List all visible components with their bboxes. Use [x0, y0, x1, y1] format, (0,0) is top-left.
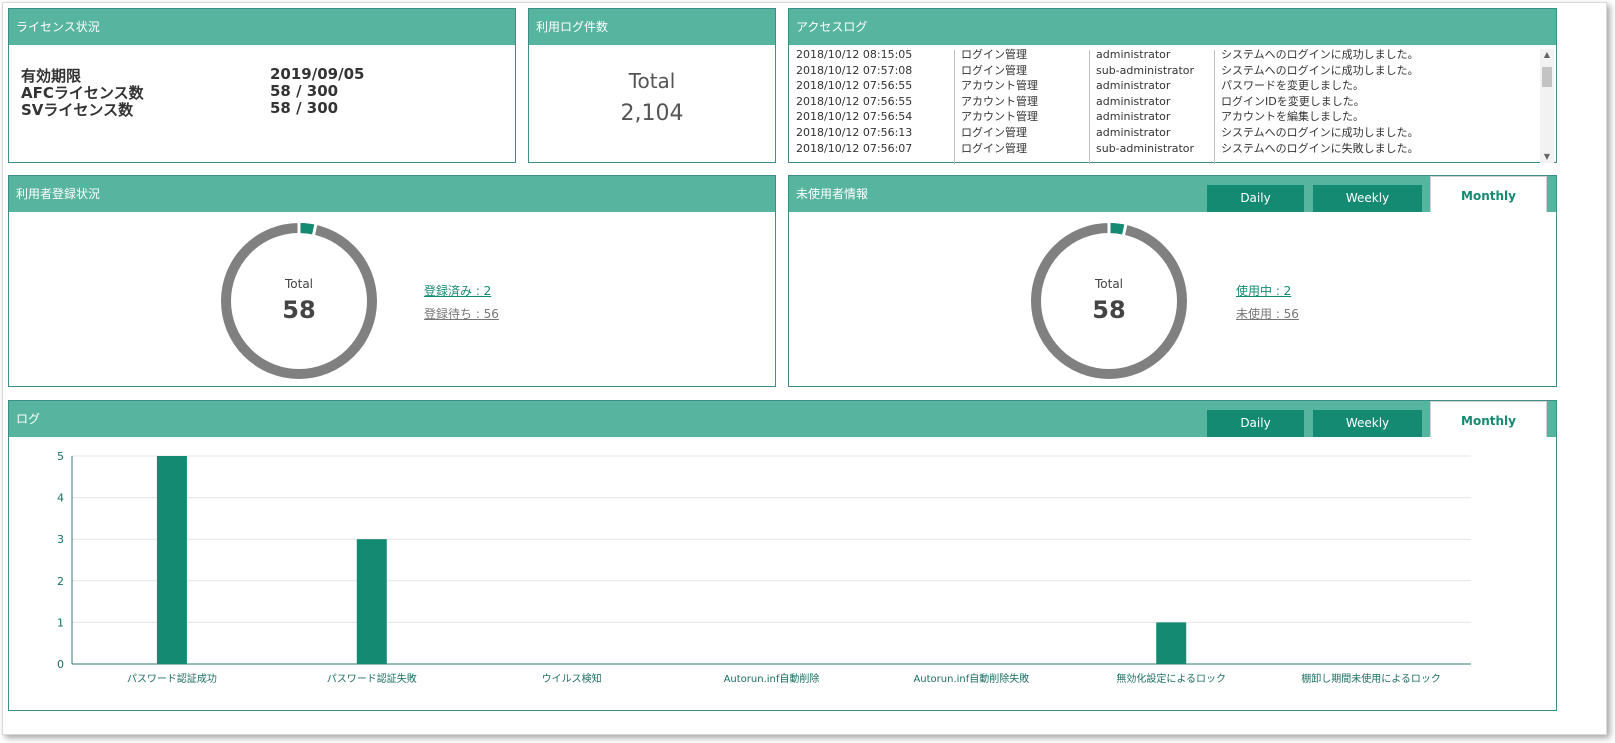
log-message-cell: ログインIDを変更しました。 — [1221, 94, 1365, 108]
license-sv-label: SVライセンス数 — [21, 101, 134, 119]
table-row[interactable]: 2018/10/12 07:56:54 アカウント管理 administrator ア… — [796, 109, 1536, 125]
unused-total-value: 58 — [1092, 296, 1126, 324]
license-sv-value: 58 / 300 — [270, 99, 339, 117]
tab-daily[interactable]: Daily — [1207, 185, 1304, 212]
x-tick-label: 無効化設定によるロック — [1116, 672, 1226, 685]
usage-log-total-label: Total — [628, 69, 676, 93]
table-row[interactable]: 2018/10/12 07:56:55 アカウント管理 administrator パ… — [796, 78, 1536, 94]
log-message-cell: システムへのログインに成功しました。 — [1221, 48, 1419, 61]
user-registration-panel: 利用者登録状況 Total 58 登録済み : 2 登録待ち : 56 — [8, 175, 776, 387]
tab-monthly[interactable]: Monthly — [1430, 176, 1547, 212]
log-category-cell: ログイン管理 — [961, 141, 1027, 155]
log-message-cell: システムへのログインに失敗しました。 — [1221, 141, 1419, 155]
registered-link[interactable]: 登録済み : 2 — [424, 282, 491, 299]
log-user-cell: administrator — [1096, 126, 1171, 139]
pending-link[interactable]: 登録待ち : 56 — [424, 305, 499, 322]
access-log-table[interactable]: 2018/10/12 08:15:05 ログイン管理 administrator シス… — [796, 47, 1549, 165]
access-log-title: アクセスログ — [789, 9, 1556, 45]
log-message-cell: システムへのログインに成功しました。 — [1221, 126, 1419, 139]
log-category-cell: アカウント管理 — [961, 79, 1038, 93]
x-tick-label: Autorun.inf自動削除失敗 — [913, 672, 1029, 685]
in-use-link[interactable]: 使用中 : 2 — [1236, 282, 1291, 299]
donut-registered-arc — [298, 223, 316, 235]
donut-in-use-arc — [1108, 223, 1126, 235]
usage-log-total-value: 2,104 — [620, 101, 684, 126]
log-chart-panel: ログ Daily Weekly Monthly 0 1 2 3 4 5 パスワード認証成功パ… — [8, 400, 1557, 711]
tab-daily[interactable]: Daily — [1207, 410, 1304, 437]
x-tick-label: パスワード認証失敗 — [327, 672, 417, 685]
tab-weekly[interactable]: Weekly — [1313, 410, 1422, 437]
table-row[interactable]: 2018/10/12 07:56:13 ログイン管理 administrator シス… — [796, 125, 1536, 141]
scroll-down-icon[interactable]: ▼ — [1540, 151, 1554, 163]
x-tick-label: Autorun.inf自動削除 — [724, 672, 820, 685]
license-afc-value: 58 / 300 — [270, 82, 339, 100]
scroll-up-icon[interactable]: ▲ — [1540, 49, 1554, 61]
log-time-cell: 2018/10/12 07:56:55 — [796, 79, 913, 93]
log-user-cell: sub-administrator — [1096, 63, 1195, 77]
access-log-panel: アクセスログ 2018/10/12 08:15:05 ログイン管理 administ… — [788, 8, 1557, 165]
x-tick-label: ウイルス検知 — [542, 672, 602, 685]
log-user-cell: sub-administrator — [1096, 141, 1195, 155]
license-panel: ライセンス状況 有効期限 2019/09/05 AFCライセンス数 58 / 3… — [8, 8, 516, 163]
registration-total-label: Total — [284, 277, 314, 291]
unused-users-panel: 未使用者情報 Daily Weekly Monthly Total 58 使用中… — [788, 175, 1557, 387]
tab-weekly[interactable]: Weekly — [1313, 185, 1422, 212]
unused-total-label: Total — [1094, 277, 1124, 291]
log-message-cell: アカウントを編集しました。 — [1221, 110, 1364, 124]
bar — [356, 539, 387, 664]
y-tick-label: 2 — [57, 575, 64, 588]
scroll-thumb[interactable] — [1542, 67, 1552, 87]
registration-total-value: 58 — [282, 296, 316, 324]
log-message-cell: システムへのログインに成功しました。 — [1221, 63, 1419, 77]
log-time-cell: 2018/10/12 07:56:07 — [796, 141, 913, 155]
log-time-cell: 2018/10/12 07:56:55 — [796, 94, 913, 108]
log-user-cell: administrator — [1096, 110, 1171, 124]
bar — [1156, 622, 1187, 664]
y-tick-label: 3 — [57, 533, 64, 546]
log-category-cell: ログイン管理 — [961, 48, 1027, 61]
y-tick-label: 0 — [57, 658, 64, 671]
usage-log-count-panel: 利用ログ件数 Total 2,104 — [528, 8, 776, 163]
log-time-cell: 2018/10/12 07:56:54 — [796, 110, 913, 124]
log-category-cell: アカウント管理 — [961, 94, 1038, 108]
log-user-cell: administrator — [1096, 48, 1171, 61]
log-user-cell: administrator — [1096, 94, 1171, 108]
log-bar-chart: 0 1 2 3 4 5 パスワード認証成功 パスワード認証失敗 ウイルス検知 Autorun.in… — [57, 450, 1471, 685]
usage-log-count-title: 利用ログ件数 — [529, 9, 775, 45]
table-row[interactable]: 2018/10/12 07:56:55 アカウント管理 administrator ロ… — [796, 94, 1536, 110]
bar — [156, 456, 187, 664]
x-tick-label: パスワード認証成功 — [127, 672, 217, 685]
access-log-scrollbar[interactable]: ▲ ▼ — [1540, 49, 1554, 163]
log-time-cell: 2018/10/12 07:56:13 — [796, 126, 913, 139]
log-user-cell: administrator — [1096, 79, 1171, 93]
dashboard-frame: ライセンス状況 有効期限 2019/09/05 AFCライセンス数 58 / 3… — [2, 2, 1607, 735]
table-row[interactable]: 2018/10/12 07:56:07 ログイン管理 sub-administrat… — [796, 141, 1536, 157]
log-message-cell: パスワードを変更しました。 — [1221, 79, 1364, 93]
y-tick-label: 4 — [57, 492, 64, 505]
user-registration-title: 利用者登録状況 — [9, 176, 775, 212]
table-row[interactable]: 2018/10/12 08:15:05 ログイン管理 administrator シス… — [796, 47, 1536, 63]
table-row[interactable]: 2018/10/12 07:57:08 ログイン管理 sub-administrat… — [796, 63, 1536, 79]
log-category-cell: ログイン管理 — [961, 126, 1027, 139]
license-panel-title: ライセンス状況 — [9, 9, 515, 45]
x-tick-label: 棚卸し期間未使用によるロック — [1301, 672, 1441, 685]
y-tick-label: 1 — [57, 616, 64, 629]
y-tick-label: 5 — [57, 450, 64, 463]
license-expiry-value: 2019/09/05 — [270, 65, 365, 83]
log-category-cell: アカウント管理 — [961, 110, 1038, 124]
log-time-cell: 2018/10/12 07:57:08 — [796, 63, 913, 77]
tab-monthly[interactable]: Monthly — [1430, 401, 1547, 437]
log-category-cell: ログイン管理 — [961, 63, 1027, 77]
unused-link[interactable]: 未使用 : 56 — [1236, 305, 1299, 322]
log-time-cell: 2018/10/12 08:15:05 — [796, 48, 913, 61]
